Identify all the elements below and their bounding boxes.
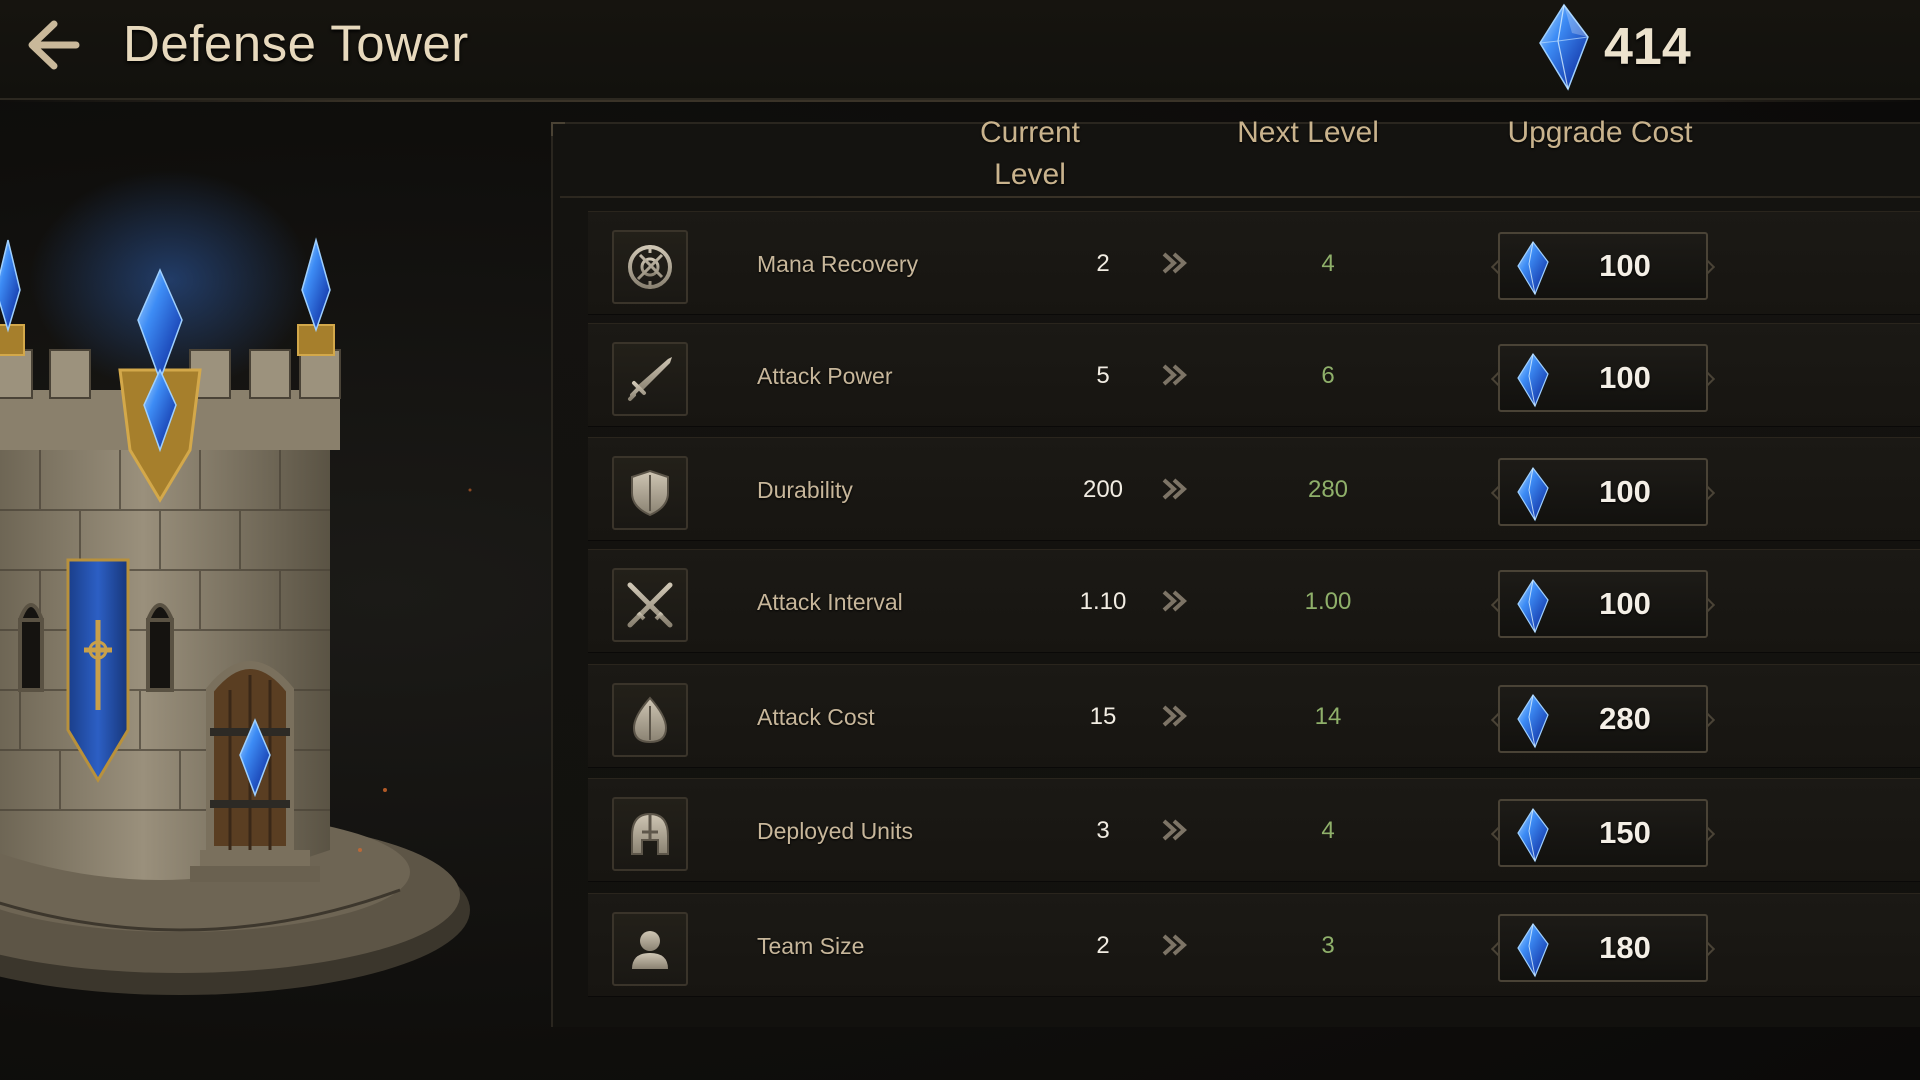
defense-tower-illustration (0, 150, 530, 1050)
blue-crystal-icon (1517, 693, 1549, 749)
next-level-value: 4 (1321, 250, 1335, 277)
currency-value: 414 (1604, 18, 1691, 76)
next-level-value: 1.00 (1304, 588, 1352, 615)
defense-tower-screen: Defense Tower 414 Current Level Next Lev… (0, 0, 1920, 1080)
upgrade-button[interactable]: 100 (1498, 458, 1708, 526)
person-icon (612, 912, 688, 986)
upgrade-cost-value: 180 (1599, 930, 1651, 965)
stat-name: Deployed Units (757, 818, 913, 844)
next-level-value: 280 (1307, 476, 1349, 503)
table-row: Attack Interval 1.10 1.00 100 (588, 549, 1920, 653)
column-header-upgrade-cost: Upgrade Cost (1507, 116, 1693, 149)
next-level-value: 6 (1321, 362, 1335, 389)
double-chevron-right-icon (1162, 478, 1187, 500)
upgrade-cost-value: 100 (1599, 248, 1651, 283)
double-chevron-right-icon (1162, 590, 1187, 612)
upgrade-cost-value: 100 (1599, 586, 1651, 621)
column-header-next-level: Next Level (1237, 116, 1379, 149)
blue-crystal-icon (1517, 922, 1549, 978)
blue-crystal-icon (1517, 466, 1549, 522)
table-row: Team Size 2 3 180 (588, 893, 1920, 997)
top-bar: Defense Tower 414 (0, 0, 1920, 102)
blue-crystal-icon (1517, 807, 1549, 863)
stat-name: Mana Recovery (757, 251, 919, 277)
blue-crystal-icon (1539, 3, 1589, 91)
upgrade-cost-value: 280 (1599, 701, 1651, 736)
upgrade-cost-value: 100 (1599, 474, 1651, 509)
header-divider (560, 196, 1920, 198)
mana-recovery-icon (612, 230, 688, 304)
panel-corner-ornament (551, 122, 565, 136)
upgrade-cost-value: 150 (1599, 815, 1651, 850)
sword-icon (612, 342, 688, 416)
back-arrow-icon[interactable] (14, 10, 84, 80)
stat-name: Attack Cost (757, 704, 875, 730)
upgrade-button[interactable]: 100 (1498, 232, 1708, 300)
table-row: Deployed Units 3 4 150 (588, 778, 1920, 882)
crossed-swords-icon (612, 568, 688, 642)
table-row: Mana Recovery 2 4 100 (588, 211, 1920, 315)
upgrade-button[interactable]: 100 (1498, 344, 1708, 412)
double-chevron-right-icon (1162, 252, 1187, 274)
stat-name: Attack Power (757, 363, 893, 389)
double-chevron-right-icon (1162, 819, 1187, 841)
upgrade-button[interactable]: 150 (1498, 799, 1708, 867)
table-row: Durability 200 280 100 (588, 437, 1920, 541)
column-header-current-level: Current Level (979, 116, 1081, 191)
next-level-value: 3 (1321, 932, 1335, 959)
currency-display: 414 (1536, 2, 1691, 92)
double-chevron-right-icon (1162, 934, 1187, 956)
upgrade-button[interactable]: 100 (1498, 570, 1708, 638)
next-level-value: 4 (1321, 817, 1335, 844)
upgrade-cost-value: 100 (1599, 360, 1651, 395)
blue-crystal-icon (1517, 352, 1549, 408)
stat-name: Team Size (757, 933, 865, 959)
stat-name: Durability (757, 477, 853, 503)
shield-icon (612, 456, 688, 530)
blue-crystal-icon (1517, 578, 1549, 634)
flame-drop-icon (612, 683, 688, 757)
table-row: Attack Cost 15 14 280 (588, 664, 1920, 768)
upgrade-button[interactable]: 280 (1498, 685, 1708, 753)
double-chevron-right-icon (1162, 364, 1187, 386)
upgrade-button[interactable]: 180 (1498, 914, 1708, 982)
next-level-value: 14 (1314, 703, 1342, 730)
page-title: Defense Tower (123, 15, 469, 72)
stat-name: Attack Interval (757, 589, 903, 615)
double-chevron-right-icon (1162, 705, 1187, 727)
table-row: Attack Power 5 6 100 (588, 323, 1920, 427)
helmet-icon (612, 797, 688, 871)
blue-crystal-icon (1517, 240, 1549, 296)
